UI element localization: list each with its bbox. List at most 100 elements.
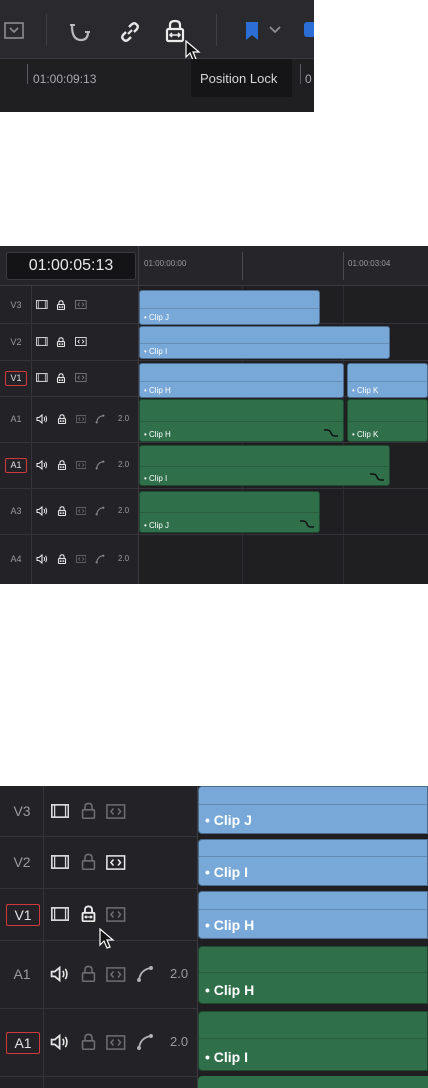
channel-format: 2.0 [118,414,130,423]
track-name-A1[interactable]: A1 [4,411,28,427]
video-clip[interactable]: • Clip J [198,786,428,834]
speaker-icon[interactable] [50,966,69,982]
audio-clip[interactable]: • Clip H [198,946,428,1004]
video-monitor-icon[interactable] [36,299,48,309]
auto-select-icon[interactable] [106,1035,126,1050]
track-name-V3[interactable]: V3 [6,801,38,821]
clip-top-band [348,400,427,422]
clip-name: • Clip H [144,386,171,395]
video-clip[interactable]: • Clip I [198,839,428,886]
position-lock-icon[interactable] [57,506,67,516]
keyframe-curve-icon[interactable] [95,414,105,424]
keyframe-curve-icon[interactable] [136,1033,154,1051]
audio-fade-icon [323,427,339,439]
clip-top-band [199,787,427,805]
auto-select-icon[interactable] [106,855,126,870]
toolbar-separator [216,14,217,46]
auto-select-icon[interactable] [106,907,126,922]
timeline-panel: 01:00:05:13 01:00:00:00 01:00:03:04 V3 V2… [0,246,428,584]
audio-clip[interactable]: • Clip K [347,399,428,442]
speaker-icon[interactable] [50,1034,69,1050]
lock-icon[interactable] [80,802,97,819]
track-name-V2[interactable]: V2 [6,852,38,872]
video-clip[interactable]: • Clip I [139,326,390,359]
destination-track-A1[interactable]: A1 [6,1032,40,1054]
video-monitor-icon[interactable] [36,336,48,346]
auto-select-icon[interactable] [76,507,87,515]
position-lock-tooltip: Position Lock [191,59,292,97]
channel-format: 2.0 [118,460,130,469]
track-name-A3[interactable]: A3 [4,503,28,519]
auto-select-icon[interactable] [75,336,87,346]
audio-clip[interactable]: • Clip I [139,445,390,486]
track-name-A1[interactable]: A1 [6,964,38,984]
audio-clip[interactable] [198,1076,428,1088]
auto-select-icon[interactable] [76,415,87,423]
position-lock-icon[interactable] [56,336,66,347]
audio-clip[interactable]: • Clip J [139,491,320,533]
position-lock-icon[interactable] [80,905,97,922]
auto-select-icon[interactable] [75,299,87,309]
clip-top-band [199,1012,427,1039]
auto-select-icon[interactable] [106,967,126,982]
snapping-icon[interactable] [66,20,92,44]
lock-icon[interactable] [80,965,97,982]
marker-icon[interactable] [304,21,314,39]
video-monitor-icon[interactable] [51,907,70,921]
speaker-icon[interactable] [36,414,48,424]
keyframe-curve-icon[interactable] [95,554,105,564]
channel-format: 2.0 [170,966,189,981]
speaker-icon[interactable] [36,460,48,470]
keyframe-curve-icon[interactable] [95,506,105,516]
timecode-display[interactable]: 01:00:05:13 [6,252,136,280]
clip-name: • Clip I [144,474,168,483]
position-lock-icon[interactable] [163,19,187,43]
video-monitor-icon[interactable] [36,373,48,382]
destination-track-V1[interactable]: V1 [6,904,40,926]
flag-icon[interactable] [244,21,260,41]
track-name-V2[interactable]: V2 [4,334,28,350]
clip-name: • Clip K [352,386,379,395]
destination-track-V1[interactable]: V1 [5,371,27,386]
lock-icon[interactable] [80,1033,97,1050]
track-name-divider [43,786,44,1088]
row-divider [0,836,197,837]
speaker-icon[interactable] [36,554,48,564]
toolbar-panel: 01:00:09:13 Position Lock 0 [0,0,314,112]
keyframe-curve-icon[interactable] [95,460,105,470]
auto-select-icon[interactable] [76,555,87,563]
chevron-down-icon[interactable] [268,25,282,35]
clip-top-band [140,291,319,309]
clip-top-band [199,892,427,910]
mouse-cursor-icon [99,928,115,950]
video-clip[interactable]: • Clip H [198,891,428,939]
position-lock-icon[interactable] [56,373,66,383]
track-name-A4[interactable]: A4 [4,551,28,567]
destination-track-A1[interactable]: A1 [5,458,27,473]
video-clip[interactable]: • Clip H [139,363,344,398]
video-clip[interactable]: • Clip J [139,290,320,325]
clip-top-band [199,947,427,973]
keyframe-curve-icon[interactable] [136,965,154,983]
video-clip[interactable]: • Clip K [347,363,428,398]
clip-top-band [140,492,319,513]
channel-format: 2.0 [118,506,130,515]
clip-name: • Clip H [144,430,171,439]
position-lock-icon[interactable] [57,414,67,424]
track-name-V3[interactable]: V3 [4,297,28,313]
position-lock-icon[interactable] [56,299,66,310]
speaker-icon[interactable] [36,506,48,516]
audio-clip[interactable]: • Clip I [198,1011,428,1071]
video-monitor-icon[interactable] [51,804,70,818]
trim-edit-icon[interactable] [2,20,28,42]
position-lock-icon[interactable] [57,554,67,564]
auto-select-icon[interactable] [75,373,87,382]
auto-select-icon[interactable] [106,804,126,819]
clip-top-band [140,400,343,422]
video-monitor-icon[interactable] [51,855,70,869]
auto-select-icon[interactable] [76,461,87,469]
position-lock-icon[interactable] [57,460,67,470]
linked-selection-icon[interactable] [118,20,142,44]
audio-clip[interactable]: • Clip H [139,399,344,442]
lock-icon[interactable] [80,853,97,870]
